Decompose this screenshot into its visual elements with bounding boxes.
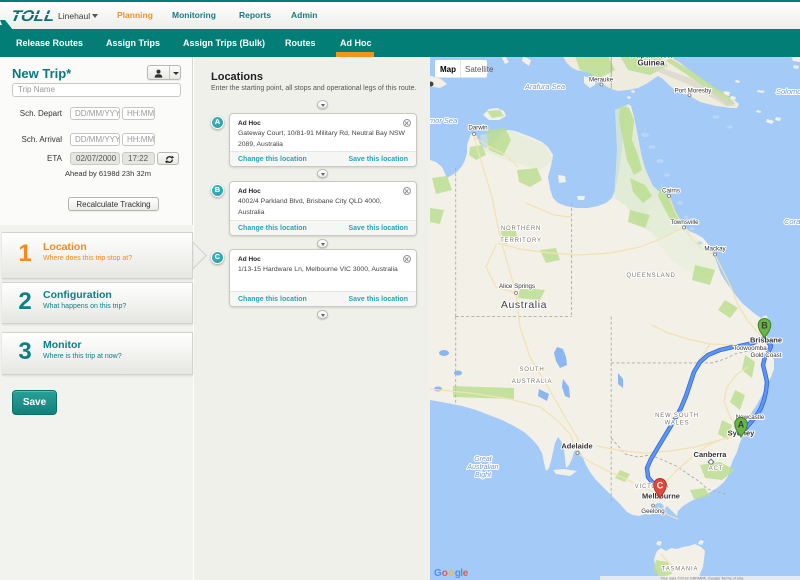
svg-text:AUSTRALIA: AUSTRALIA [512, 379, 553, 385]
svg-text:Port Moresby: Port Moresby [675, 88, 713, 95]
svg-text:Canberra: Canberra [694, 450, 728, 459]
svg-text:WALES: WALES [665, 421, 690, 427]
svg-text:Darwin: Darwin [468, 125, 488, 132]
svg-text:Australia: Australia [501, 299, 547, 311]
svg-text:o: o [442, 568, 448, 579]
svg-text:Arafura Sea: Arafura Sea [524, 82, 565, 91]
svg-text:e: e [463, 568, 469, 579]
svg-text:Geelong: Geelong [641, 508, 665, 515]
svg-text:Gold Coast: Gold Coast [751, 352, 782, 359]
svg-text:Solomon Sea: Solomon Sea [776, 87, 800, 96]
svg-text:Townsville: Townsville [670, 219, 699, 226]
svg-text:Brisbane: Brisbane [750, 336, 782, 345]
svg-text:Merauke: Merauke [589, 77, 614, 84]
svg-text:B: B [761, 320, 768, 330]
svg-text:Bight: Bight [475, 472, 492, 479]
svg-text:G: G [434, 568, 442, 579]
svg-text:Australian: Australian [466, 464, 498, 471]
svg-text:Map data ©2018 GBRMPA, Google: Map data ©2018 GBRMPA, Google Terms of U… [660, 576, 743, 580]
svg-text:QUEENSLAND: QUEENSLAND [626, 273, 675, 279]
svg-text:NORTHERN: NORTHERN [501, 226, 541, 232]
svg-text:TASMANIA: TASMANIA [662, 567, 699, 573]
svg-text:Cairns: Cairns [662, 188, 680, 195]
svg-text:C: C [657, 480, 664, 490]
svg-text:SOUTH: SOUTH [520, 367, 545, 373]
svg-text:Toowoomba: Toowoomba [733, 345, 767, 352]
svg-text:o: o [448, 568, 454, 579]
svg-text:Adelaide: Adelaide [561, 442, 592, 451]
svg-text:Alice Springs: Alice Springs [499, 283, 535, 290]
svg-text:Mackay: Mackay [704, 246, 726, 253]
svg-text:Guinea: Guinea [637, 59, 665, 68]
svg-text:A: A [738, 419, 745, 429]
svg-text:Coral Sea: Coral Sea [784, 217, 800, 226]
svg-text:Map: Map [440, 65, 456, 74]
svg-text:Timor Sea: Timor Sea [430, 116, 457, 125]
svg-text:Great: Great [474, 456, 493, 463]
svg-text:ACT: ACT [709, 466, 723, 472]
svg-text:Satellite: Satellite [465, 65, 494, 74]
svg-text:TERRITORY: TERRITORY [500, 238, 542, 244]
svg-text:NEW SOUTH: NEW SOUTH [655, 413, 699, 419]
